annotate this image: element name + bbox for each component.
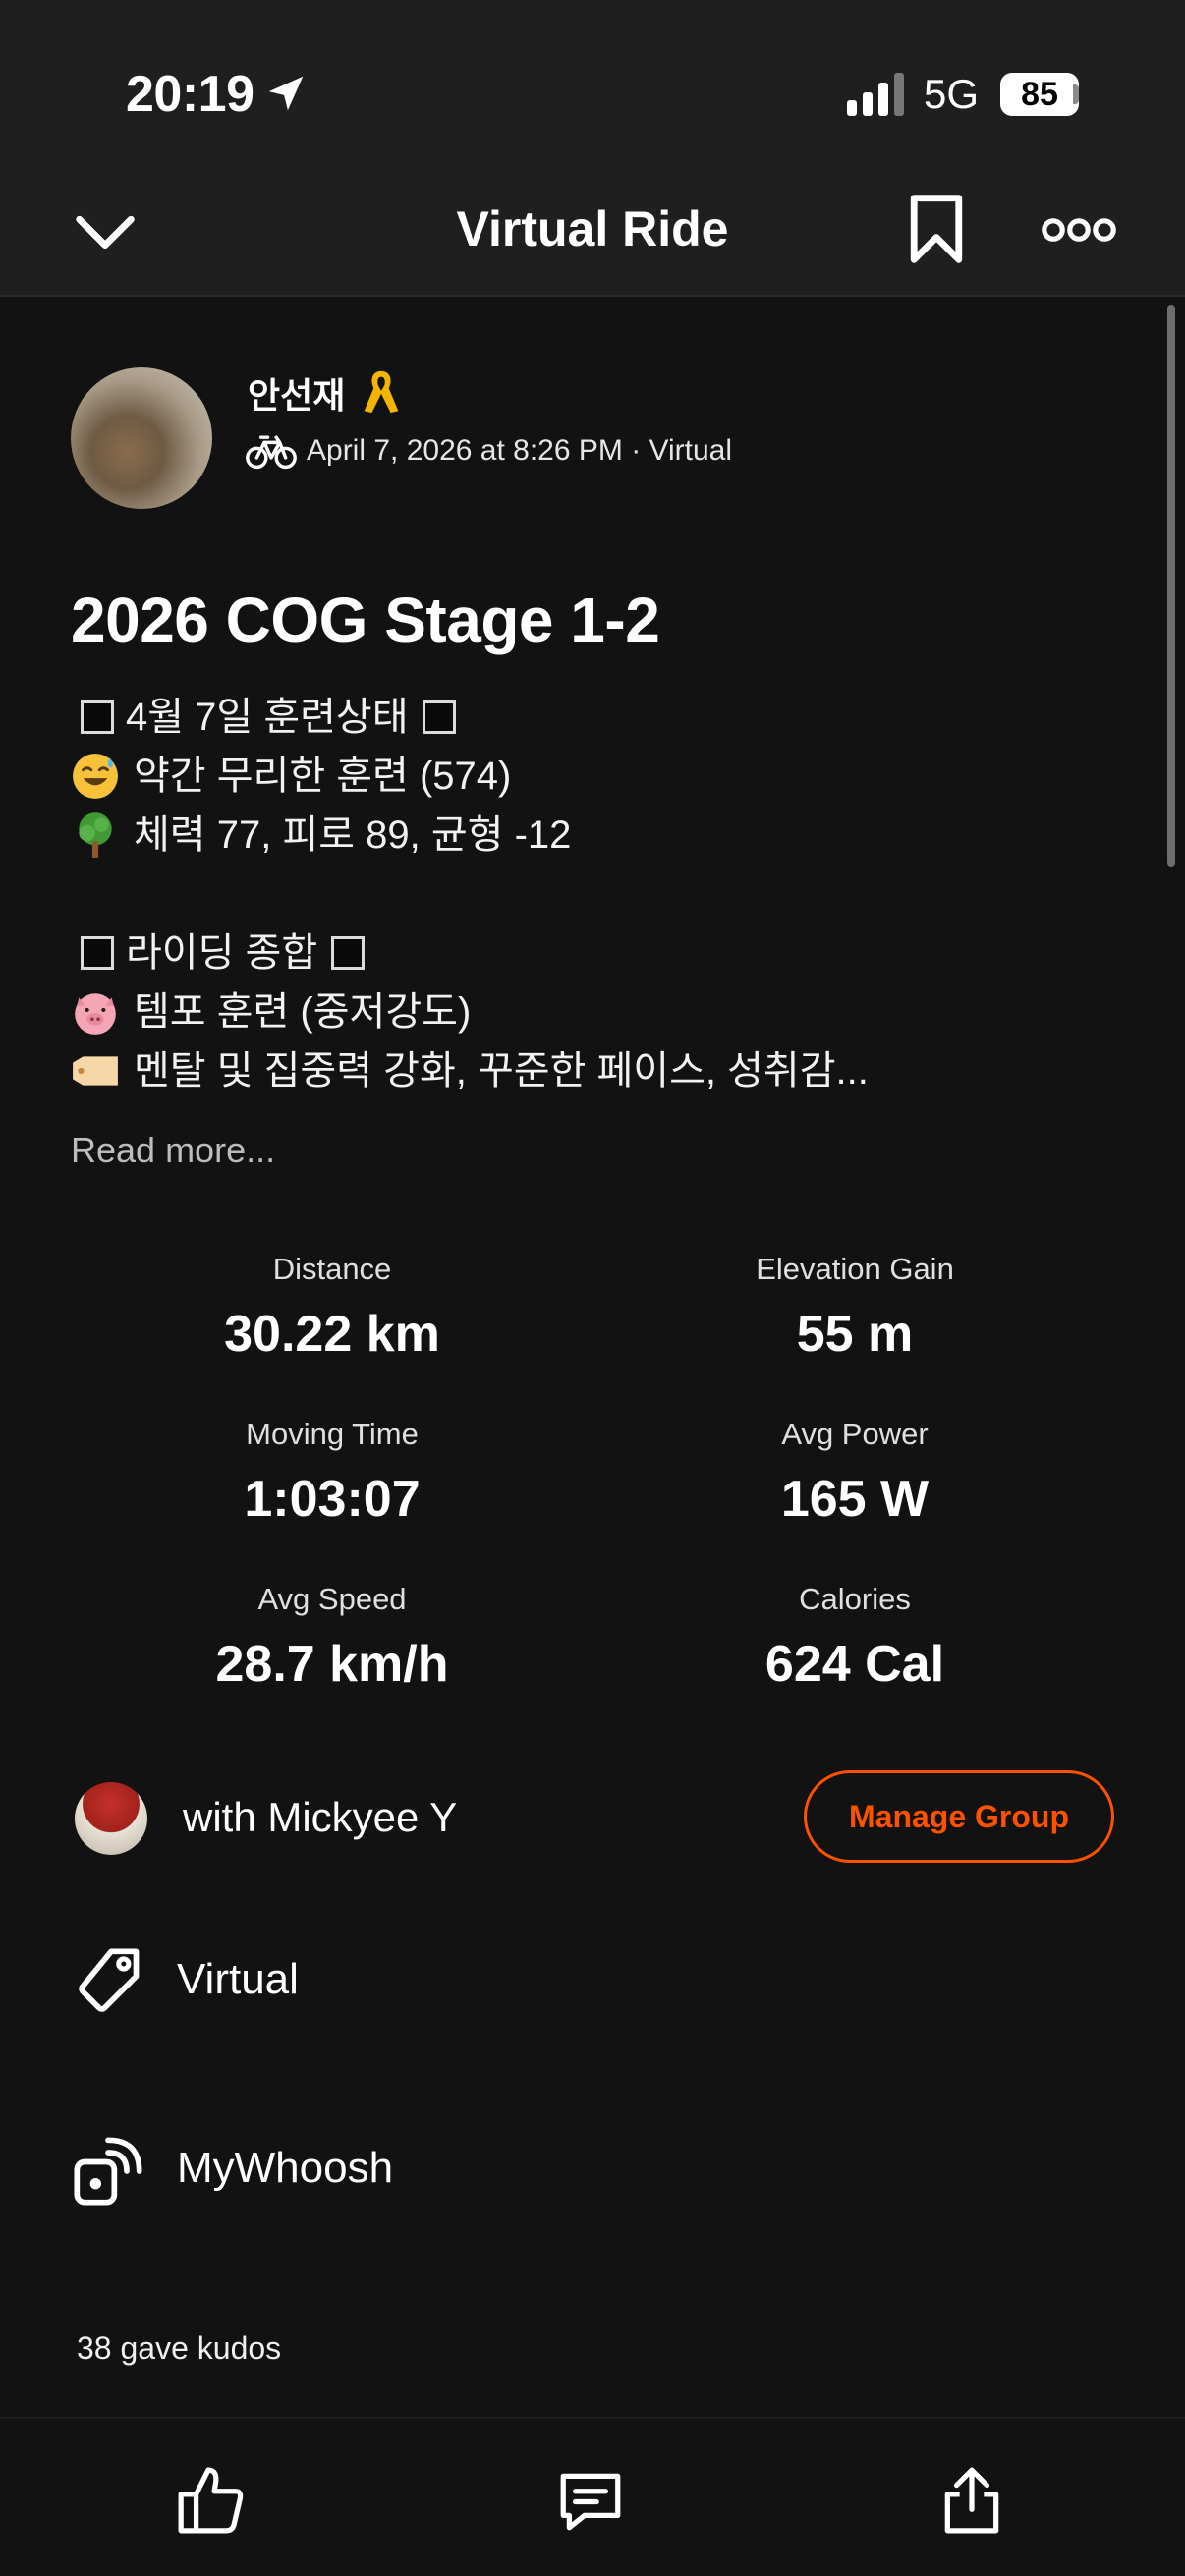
tree-icon bbox=[79, 812, 112, 858]
scrollbar[interactable] bbox=[1167, 305, 1175, 867]
top-header: 20:19 5G 85 Virtual Ride bbox=[0, 0, 1185, 297]
activity-detail-page: 20:19 5G 85 Virtual Ride 안선재 April 7, 20… bbox=[0, 0, 1185, 2576]
activity-meta: April 7, 2026 at 8:26 PM · Virtual bbox=[307, 434, 733, 467]
description-line: 템포 훈련 (중저강도) bbox=[71, 982, 869, 1041]
stat-value: 624 Cal bbox=[764, 1636, 945, 1693]
description-text: 멘탈 및 집중력 강화, 꾸준한 페이스, 성취감... bbox=[134, 1049, 869, 1092]
author-name[interactable]: 안선재 bbox=[248, 367, 345, 419]
group-member-avatar[interactable] bbox=[75, 1782, 147, 1855]
stat-distance: Distance 30.22 km bbox=[71, 1252, 593, 1364]
stat-label: Avg Speed bbox=[257, 1582, 407, 1616]
sweat-smile-icon bbox=[73, 754, 118, 799]
stat-calories: Calories 624 Cal bbox=[593, 1582, 1116, 1694]
stat-avg-speed: Avg Speed 28.7 km/h bbox=[71, 1582, 593, 1694]
stat-value: 28.7 km/h bbox=[215, 1636, 449, 1693]
page-title: Virtual Ride bbox=[456, 201, 729, 256]
location-arrow-icon bbox=[268, 76, 304, 111]
stat-avg-power: Avg Power 165 W bbox=[593, 1417, 1116, 1529]
description-line: 체력 77, 피로 89, 균형 -12 bbox=[71, 806, 869, 865]
stat-moving-time: Moving Time 1:03:07 bbox=[71, 1417, 593, 1529]
activity-title: 2026 COG Stage 1-2 bbox=[71, 585, 660, 655]
stat-elevation-gain: Elevation Gain 55 m bbox=[593, 1252, 1116, 1364]
comment-icon[interactable] bbox=[554, 2464, 627, 2537]
manage-group-button[interactable]: Manage Group bbox=[804, 1770, 1114, 1863]
battery-indicator: 85 bbox=[1000, 73, 1079, 116]
tag-icon bbox=[79, 1948, 140, 2012]
stat-label: Distance bbox=[272, 1252, 392, 1286]
stat-label: Calories bbox=[799, 1582, 911, 1616]
device-icon bbox=[74, 2137, 142, 2206]
bookmark-icon[interactable] bbox=[902, 193, 971, 265]
read-more-link[interactable]: Read more... bbox=[71, 1130, 275, 1171]
description-line: 약간 무리한 훈련 (574) bbox=[71, 747, 869, 806]
stat-value: 30.22 km bbox=[224, 1306, 440, 1363]
signal-icon bbox=[847, 73, 904, 116]
square-icon bbox=[331, 936, 366, 970]
label-tag-icon bbox=[73, 1056, 118, 1086]
description-text: 템포 훈련 (중저강도) bbox=[134, 990, 472, 1034]
kudos-count[interactable]: 38 gave kudos bbox=[77, 2330, 281, 2367]
ribbon-icon bbox=[364, 370, 399, 414]
avatar[interactable] bbox=[71, 367, 212, 509]
stat-label: Elevation Gain bbox=[756, 1252, 954, 1286]
pig-icon bbox=[75, 993, 116, 1035]
device-name[interactable]: MyWhoosh bbox=[177, 2144, 393, 2193]
stat-label: Moving Time bbox=[246, 1417, 419, 1451]
stat-value: 1:03:07 bbox=[244, 1471, 421, 1528]
square-icon bbox=[81, 700, 114, 734]
more-icon[interactable] bbox=[1042, 210, 1116, 250]
description-line: 라이딩 종합 bbox=[71, 924, 869, 982]
description-text: 약간 무리한 훈련 (574) bbox=[134, 755, 512, 798]
status-time: 20:19 bbox=[126, 66, 254, 123]
battery-tip bbox=[1073, 84, 1079, 104]
stat-value: 165 W bbox=[780, 1471, 930, 1528]
description-text: 라이딩 종합 bbox=[126, 931, 318, 975]
network-type: 5G bbox=[924, 71, 980, 117]
description-text: 4월 7일 훈련상태 bbox=[126, 696, 409, 739]
thumbs-up-icon[interactable] bbox=[175, 2464, 248, 2537]
description-text: 체력 77, 피로 89, 균형 -12 bbox=[134, 813, 572, 857]
square-icon bbox=[422, 700, 456, 734]
square-icon bbox=[81, 936, 114, 970]
description-line: 멘탈 및 집중력 강화, 꾸준한 페이스, 성취감... bbox=[71, 1041, 869, 1100]
group-members-text[interactable]: with Mickyee Y bbox=[183, 1794, 457, 1841]
stat-label: Avg Power bbox=[781, 1417, 929, 1451]
bike-icon bbox=[246, 435, 297, 470]
stat-value: 55 m bbox=[796, 1306, 914, 1363]
activity-description: 4월 7일 훈련상태 약간 무리한 훈련 (574) 체력 77, 피로 89,… bbox=[71, 688, 869, 1100]
share-icon[interactable] bbox=[935, 2464, 1008, 2537]
description-line: 4월 7일 훈련상태 bbox=[71, 688, 869, 747]
sport-type-tag[interactable]: Virtual bbox=[177, 1955, 299, 2004]
